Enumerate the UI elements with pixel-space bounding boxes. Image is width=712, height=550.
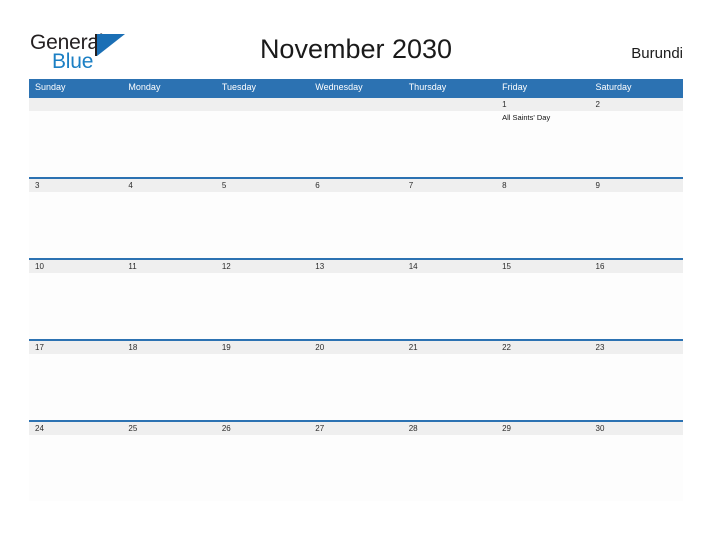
day-cell[interactable] [309,435,402,501]
date-number-band: 10 11 12 13 14 15 16 [29,258,683,273]
day-number[interactable]: 21 [403,341,496,354]
weekday-header-monday: Monday [128,82,161,92]
page-title: November 2030 [259,34,453,64]
day-cell[interactable] [590,273,683,339]
day-cell[interactable] [496,435,589,501]
day-number[interactable]: 18 [122,341,215,354]
day-cell[interactable] [403,354,496,420]
day-cell[interactable] [403,111,496,177]
weekday-header-saturday: Saturday [595,82,632,92]
day-number[interactable]: 2 [590,98,683,111]
week-row: 3 4 5 6 7 8 9 [29,177,683,258]
day-cell[interactable] [122,273,215,339]
day-number[interactable] [403,98,496,111]
day-number[interactable]: 5 [216,179,309,192]
day-cell[interactable] [216,111,309,177]
day-cell[interactable] [590,111,683,177]
day-cell[interactable] [496,192,589,258]
day-number[interactable]: 12 [216,260,309,273]
day-number[interactable] [29,98,122,111]
day-cell[interactable] [403,435,496,501]
day-content-band [29,273,683,339]
day-number[interactable]: 25 [122,422,215,435]
day-number[interactable]: 17 [29,341,122,354]
week-row: 10 11 12 13 14 15 16 [29,258,683,339]
day-cell[interactable] [496,273,589,339]
day-number[interactable]: 16 [590,260,683,273]
day-number[interactable] [216,98,309,111]
day-number[interactable]: 23 [590,341,683,354]
day-content-band [29,192,683,258]
day-cell[interactable] [122,354,215,420]
day-number[interactable]: 11 [122,260,215,273]
week-row: 24 25 26 27 28 29 30 [29,420,683,501]
day-content-band: All Saints' Day [29,111,683,177]
day-cell[interactable] [29,435,122,501]
weekday-header-thursday: Thursday [408,82,447,92]
day-number[interactable]: 22 [496,341,589,354]
day-number[interactable]: 20 [309,341,402,354]
day-number[interactable]: 6 [309,179,402,192]
day-content-band [29,435,683,501]
region-label: Burundi [631,45,683,62]
week-row: 17 18 19 20 21 22 23 [29,339,683,420]
day-number[interactable]: 9 [590,179,683,192]
date-number-band: 24 25 26 27 28 29 30 [29,420,683,435]
day-event-label: All Saints' Day [502,113,551,122]
weekday-header-wednesday: Wednesday [315,82,363,92]
day-number[interactable] [309,98,402,111]
calendar-grid: Sunday Monday Tuesday Wednesday Thursday… [29,79,683,501]
day-number[interactable]: 8 [496,179,589,192]
day-number[interactable]: 13 [309,260,402,273]
date-number-band: 17 18 19 20 21 22 23 [29,339,683,354]
day-cell[interactable] [216,192,309,258]
weekday-header-tuesday: Tuesday [221,82,257,92]
day-cell[interactable]: All Saints' Day [496,111,589,177]
day-cell[interactable] [496,354,589,420]
day-number[interactable]: 1 [496,98,589,111]
weekday-header-row: Sunday Monday Tuesday Wednesday Thursday… [29,79,683,96]
day-cell[interactable] [29,111,122,177]
week-row: 1 2 All Saints' Day [29,96,683,177]
day-number[interactable]: 28 [403,422,496,435]
day-number[interactable]: 26 [216,422,309,435]
day-number[interactable]: 14 [403,260,496,273]
date-number-band: 1 2 [29,96,683,111]
day-cell[interactable] [122,435,215,501]
day-cell[interactable] [403,192,496,258]
day-cell[interactable] [122,111,215,177]
day-number[interactable]: 19 [216,341,309,354]
day-cell[interactable] [309,111,402,177]
date-number-band: 3 4 5 6 7 8 9 [29,177,683,192]
day-number[interactable]: 7 [403,179,496,192]
day-number[interactable]: 3 [29,179,122,192]
day-cell[interactable] [29,192,122,258]
day-number[interactable]: 30 [590,422,683,435]
page-header: General Blue November 2030 Burundi [0,0,712,79]
day-cell[interactable] [590,192,683,258]
day-cell[interactable] [403,273,496,339]
weekday-header-friday: Friday [502,82,528,92]
day-cell[interactable] [29,354,122,420]
day-number[interactable]: 4 [122,179,215,192]
weekday-header-sunday: Sunday [35,82,66,92]
day-cell[interactable] [309,273,402,339]
day-cell[interactable] [29,273,122,339]
day-cell[interactable] [216,354,309,420]
day-cell[interactable] [590,354,683,420]
day-cell[interactable] [216,273,309,339]
day-number[interactable]: 10 [29,260,122,273]
day-number[interactable]: 15 [496,260,589,273]
day-number[interactable]: 27 [309,422,402,435]
day-number[interactable] [122,98,215,111]
day-cell[interactable] [590,435,683,501]
day-content-band [29,354,683,420]
day-number[interactable]: 24 [29,422,122,435]
day-cell[interactable] [122,192,215,258]
day-number[interactable]: 29 [496,422,589,435]
day-cell[interactable] [309,192,402,258]
day-cell[interactable] [309,354,402,420]
day-cell[interactable] [216,435,309,501]
